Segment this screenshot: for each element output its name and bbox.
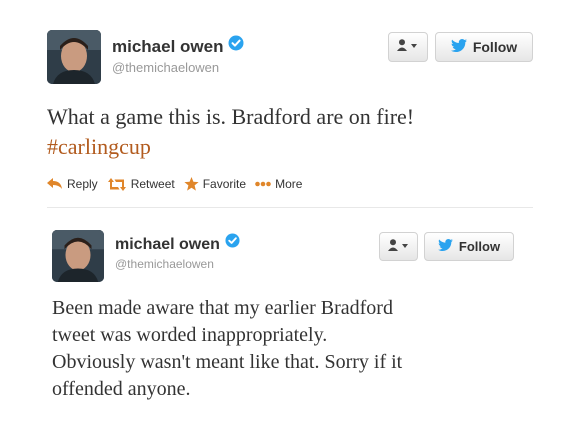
retweet-label: Retweet <box>130 177 175 191</box>
user-dropdown-icon <box>397 38 419 56</box>
retweet-icon <box>107 177 126 191</box>
verified-badge-icon <box>228 35 244 56</box>
favorite-button[interactable]: Favorite <box>184 177 246 191</box>
tweet-text-line: Been made aware that my earlier Bradford <box>52 297 393 319</box>
tweet-2: michael owen @themichaelowen Follow Been… <box>0 215 568 425</box>
tweet-text-line: tweet was worded inappropriately. <box>52 324 328 346</box>
twitter-bird-icon <box>450 39 467 55</box>
follow-button[interactable]: Follow <box>435 32 533 62</box>
tweet-1: michael owen @themichaelowen Follow What… <box>0 0 568 215</box>
user-actions-button[interactable] <box>379 232 418 261</box>
avatar[interactable] <box>47 30 101 84</box>
favorite-label: Favorite <box>202 177 247 191</box>
star-icon <box>184 177 199 191</box>
verified-badge-icon <box>225 233 240 253</box>
user-dropdown-icon <box>387 238 410 256</box>
user-name[interactable]: michael owen <box>112 35 244 58</box>
user-handle[interactable]: @themichaelowen <box>112 60 219 75</box>
retweet-button[interactable]: Retweet <box>107 177 175 191</box>
follow-label: Follow <box>472 39 518 55</box>
follow-button[interactable]: Follow <box>424 232 514 261</box>
user-name-text[interactable]: michael owen <box>112 37 223 56</box>
user-handle[interactable]: @themichaelowen <box>115 257 214 271</box>
tweet-text-line: Obviously wasn't meant like that. Sorry … <box>52 351 403 373</box>
reply-arrow-icon <box>47 178 62 189</box>
more-dots-icon <box>255 181 271 187</box>
more-button[interactable]: More <box>255 177 302 191</box>
tweet-text-line: offended anyone. <box>52 378 191 400</box>
follow-label: Follow <box>458 239 501 254</box>
hashtag-link[interactable]: #carlingcup <box>47 134 151 160</box>
user-name-text[interactable]: michael owen <box>115 236 220 253</box>
avatar[interactable] <box>52 230 104 282</box>
user-name[interactable]: michael owen <box>115 233 240 255</box>
tweet-actions: Reply Retweet Favorite More <box>47 177 311 191</box>
reply-button[interactable]: Reply <box>47 177 98 191</box>
divider <box>47 207 533 208</box>
twitter-bird-icon <box>438 239 453 254</box>
user-actions-button[interactable] <box>388 32 428 62</box>
reply-label: Reply <box>67 177 98 191</box>
tweet-text-line: What a game this is. Bradford are on fir… <box>47 104 415 129</box>
more-label: More <box>275 177 303 191</box>
